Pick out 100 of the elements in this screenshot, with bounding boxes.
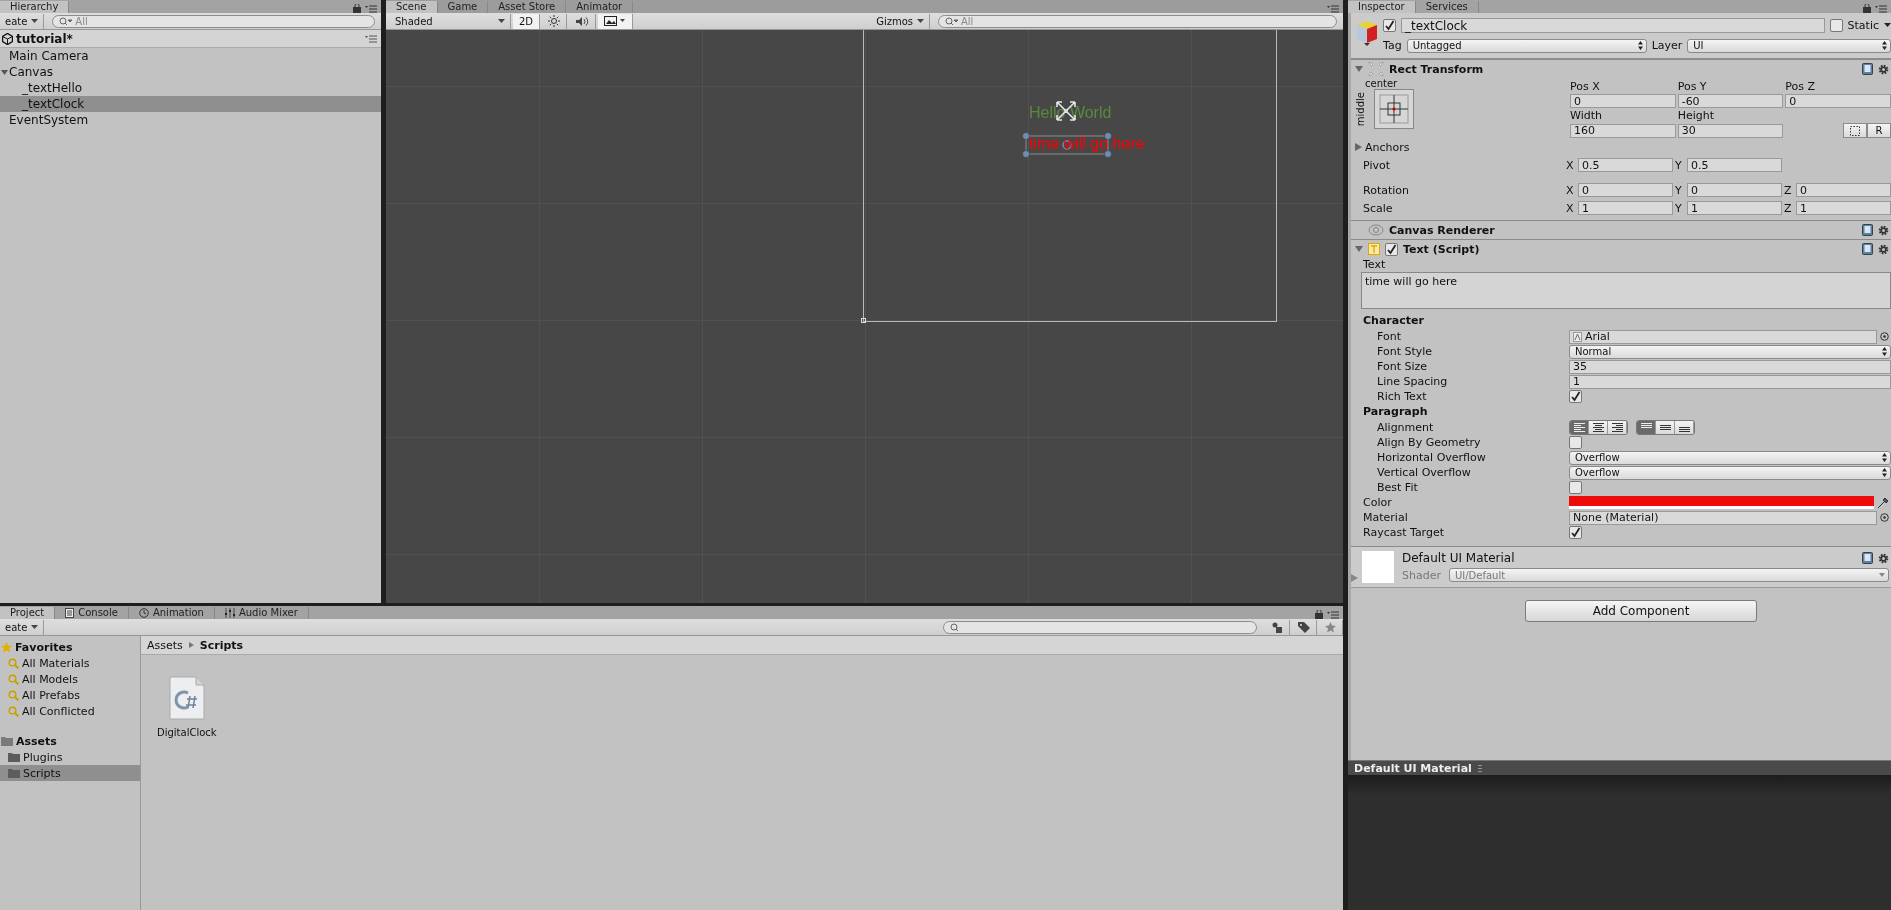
vector-field[interactable]: 0.5 — [1687, 158, 1782, 172]
text-area[interactable]: time will go here — [1361, 272, 1891, 309]
expand-arrow-icon[interactable] — [1355, 245, 1363, 253]
dropdown[interactable]: Overflow — [1569, 465, 1891, 480]
inspector-tab[interactable]: Inspector — [1348, 1, 1416, 13]
favorite-item[interactable]: All Materials — [0, 655, 140, 671]
favorites-header[interactable]: Favorites — [0, 639, 140, 655]
help-icon[interactable] — [1862, 224, 1873, 236]
favorite-item[interactable]: All Prefabs — [0, 687, 140, 703]
image-effects-icon[interactable] — [598, 13, 634, 29]
lock-icon[interactable] — [353, 4, 361, 13]
object-field[interactable]: Arial — [1569, 329, 1877, 344]
checkbox[interactable] — [1569, 436, 1582, 449]
axis-label: Y — [1675, 201, 1683, 215]
shading-dropdown[interactable]: Shaded — [390, 13, 511, 29]
breadcrumb-item[interactable]: Assets — [147, 638, 183, 652]
vector-field[interactable]: 0 — [1796, 183, 1891, 197]
hierarchy-item[interactable]: _textHello — [0, 80, 381, 96]
menu-icon[interactable] — [1327, 5, 1339, 13]
vector-field[interactable]: 0.5 — [1578, 158, 1673, 172]
add-component-button[interactable]: Add Component — [1525, 600, 1757, 622]
vector-field[interactable]: 1 — [1796, 201, 1891, 215]
component-title[interactable]: Text (Script) — [1403, 242, 1480, 256]
menu-icon[interactable] — [1875, 5, 1887, 13]
gear-icon[interactable] — [1878, 224, 1889, 236]
blueprint-mode-button[interactable] — [1843, 123, 1867, 138]
gear-icon[interactable] — [1878, 243, 1889, 255]
create-button[interactable]: eate — [0, 13, 45, 29]
create-button[interactable]: eate — [0, 619, 45, 635]
size-field[interactable]: 160 — [1570, 123, 1676, 138]
menu-icon[interactable] — [365, 5, 377, 13]
2d-toggle[interactable]: 2D — [513, 13, 541, 29]
color-swatch[interactable] — [1569, 496, 1874, 509]
breadcrumb-item[interactable]: Scripts — [199, 638, 244, 652]
shader-dropdown[interactable]: UI/Default — [1448, 568, 1889, 582]
gear-icon[interactable] — [1878, 63, 1889, 75]
help-icon[interactable] — [1862, 552, 1873, 564]
layer-dropdown[interactable]: UI — [1687, 38, 1891, 53]
dropdown[interactable]: Overflow — [1569, 450, 1891, 465]
axis-label: Z — [1784, 183, 1793, 197]
dropdown[interactable]: Normal — [1569, 344, 1891, 359]
checkbox[interactable] — [1569, 390, 1582, 403]
vertical-align-button[interactable] — [1675, 421, 1694, 434]
anchors-toggle[interactable]: Anchors — [1351, 140, 1566, 154]
tag-dropdown[interactable]: Untagged — [1406, 38, 1647, 53]
gear-icon[interactable] — [1878, 552, 1889, 564]
folder-item[interactable]: Scripts — [0, 765, 140, 781]
file-name[interactable]: DigitalClock — [157, 727, 217, 738]
help-icon[interactable] — [1862, 63, 1873, 75]
hierarchy-item[interactable]: Canvas — [0, 64, 381, 80]
canvas-corner-handle[interactable] — [861, 318, 866, 323]
expand-arrow-icon[interactable] — [1355, 65, 1363, 73]
checkbox[interactable] — [1569, 481, 1582, 494]
object-picker-icon[interactable] — [1880, 513, 1889, 522]
object-name-field[interactable]: _textClock — [1401, 18, 1825, 33]
object-picker-icon[interactable] — [1880, 332, 1889, 341]
lock-icon[interactable] — [1315, 610, 1323, 619]
position-field[interactable]: -60 — [1677, 94, 1784, 108]
scene-tab[interactable]: Scene — [386, 1, 438, 13]
number-field[interactable]: 35 — [1569, 359, 1891, 374]
favorite-item[interactable]: All Models — [0, 671, 140, 687]
object-field[interactable]: None (Material) — [1569, 510, 1877, 525]
project-tab[interactable]: Project — [0, 607, 56, 619]
position-field[interactable]: 0 — [1785, 94, 1891, 108]
hierarchy-item[interactable]: Main Camera — [0, 48, 381, 64]
component-title[interactable]: Rect Transform — [1389, 62, 1484, 76]
vector-field[interactable]: 1 — [1687, 201, 1782, 215]
vector-field[interactable]: 0 — [1687, 183, 1782, 197]
position-field[interactable]: 0 — [1570, 94, 1676, 108]
favorite-item[interactable]: All Conflicted — [0, 703, 140, 719]
vector-field[interactable]: 1 — [1578, 201, 1673, 215]
drag-handle-icon[interactable] — [1477, 763, 1482, 773]
caret-icon[interactable] — [1884, 23, 1891, 28]
size-field[interactable]: 30 — [1677, 123, 1784, 138]
help-icon[interactable] — [1862, 243, 1873, 255]
expand-arrow-icon[interactable] — [1, 68, 8, 76]
search-field[interactable] — [943, 620, 1257, 634]
hierarchy-tab[interactable]: Hierarchy — [0, 1, 70, 13]
menu-icon[interactable] — [1327, 611, 1339, 619]
number-field[interactable]: 1 — [1569, 374, 1891, 389]
horizontal-align-button[interactable] — [1608, 421, 1627, 434]
vertical-align-button[interactable] — [1656, 421, 1675, 434]
anchor-presets-button[interactable] — [1374, 89, 1414, 129]
raw-edit-button[interactable]: R — [1867, 123, 1891, 138]
eyedropper-icon[interactable] — [1877, 496, 1889, 509]
enabled-checkbox[interactable] — [1385, 242, 1398, 256]
hierarchy-item[interactable]: _textClock — [0, 96, 381, 112]
assets-header[interactable]: Assets — [0, 733, 140, 749]
lock-icon[interactable] — [1863, 4, 1871, 13]
horizontal-align-button[interactable] — [1589, 421, 1608, 434]
static-checkbox[interactable] — [1829, 19, 1843, 32]
gizmos-dropdown[interactable]: Gizmos — [871, 13, 930, 29]
component-title[interactable]: Canvas Renderer — [1389, 223, 1495, 237]
menu-icon[interactable] — [365, 34, 377, 43]
hierarchy-item[interactable]: EventSystem — [0, 112, 381, 128]
script-file-icon[interactable] — [167, 675, 206, 721]
active-checkbox[interactable] — [1383, 19, 1396, 32]
checkbox[interactable] — [1569, 526, 1582, 539]
vector-field[interactable]: 0 — [1578, 183, 1673, 197]
folder-item[interactable]: Plugins — [0, 749, 140, 765]
